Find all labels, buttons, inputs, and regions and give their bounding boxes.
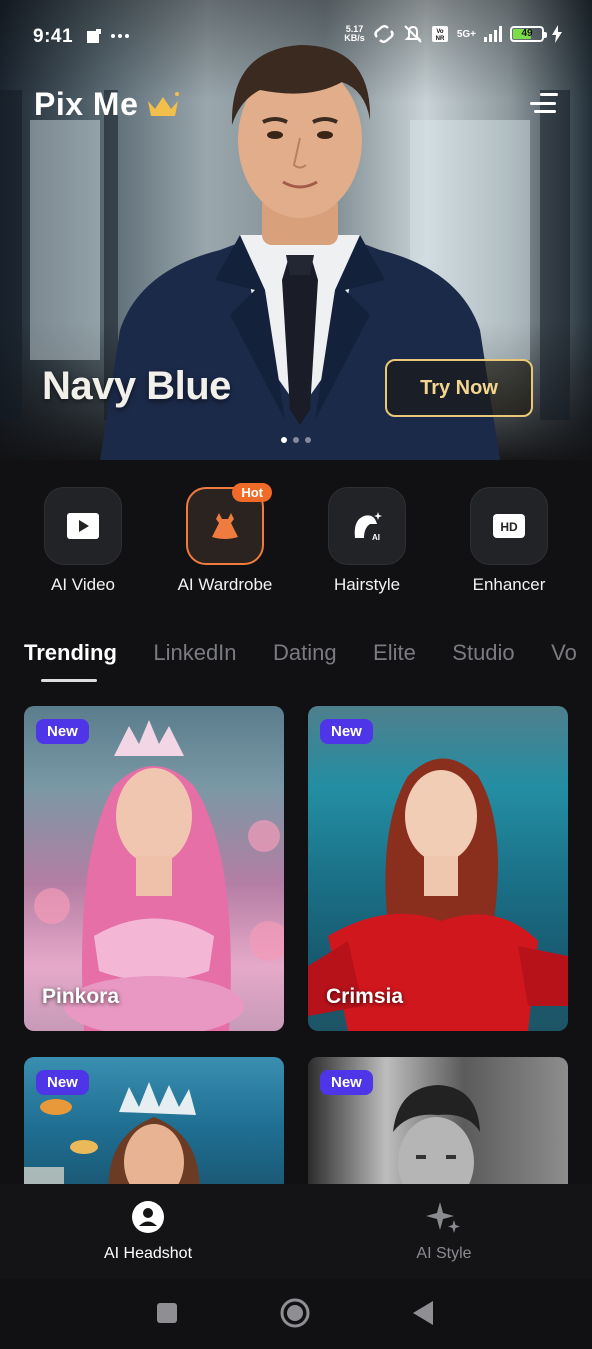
notification-icon (87, 29, 101, 43)
signal-icon (484, 26, 502, 42)
tool-hairstyle[interactable]: AI Hairstyle (297, 487, 437, 595)
back-icon[interactable] (412, 1300, 434, 1326)
style-card[interactable]: New (308, 1057, 568, 1184)
home-icon[interactable] (279, 1297, 311, 1329)
system-navigation-bar (0, 1279, 592, 1349)
new-badge: New (320, 719, 373, 744)
carousel-dot[interactable] (305, 437, 311, 443)
background-pillar (540, 90, 570, 420)
active-tab-indicator (41, 679, 97, 682)
style-card-crimsia[interactable]: New Crimsia (308, 706, 568, 1031)
hotspot-link-icon (374, 25, 394, 43)
tool-label: Enhancer (472, 575, 546, 594)
tab-studio[interactable]: Studio (452, 640, 514, 666)
menu-button[interactable] (530, 90, 558, 116)
tab-linkedin[interactable]: LinkedIn (153, 640, 236, 666)
hot-badge: Hot (232, 483, 272, 502)
new-badge: New (320, 1070, 373, 1095)
try-now-button[interactable]: Try Now (385, 359, 533, 417)
sparkle-icon (426, 1202, 460, 1233)
more-notifications-icon (111, 34, 129, 38)
hero-banner[interactable]: 9:41 5.17 KB/s Vo NR 5G+ 49 Pix Me Navy … (0, 0, 592, 460)
battery-icon: 49 (510, 26, 547, 42)
tools-row: AI Video Hot AI Wardrobe AI Hairstyle HD… (0, 483, 592, 607)
background-pillar (0, 90, 22, 420)
bottom-navigation: AI Headshot AI Style (0, 1184, 592, 1279)
svg-text:AI: AI (372, 533, 380, 542)
hero-title: Navy Blue (42, 364, 231, 408)
style-card-pinkora[interactable]: New Pinkora (24, 706, 284, 1031)
carousel-dots (281, 437, 311, 443)
tab-dating[interactable]: Dating (273, 640, 337, 666)
tab-trending[interactable]: Trending (24, 640, 117, 666)
svg-text:NR: NR (435, 36, 444, 42)
network-type: 5G+ (456, 28, 476, 40)
style-card[interactable]: New (24, 1057, 284, 1184)
tool-label: Hairstyle (333, 575, 401, 594)
hd-icon: HD (493, 514, 525, 538)
carousel-dot[interactable] (293, 437, 299, 443)
person-icon (132, 1201, 164, 1233)
new-badge: New (36, 719, 89, 744)
tab-elite[interactable]: Elite (373, 640, 416, 666)
carousel-dot[interactable] (281, 437, 287, 443)
app-logo: Pix Me (34, 86, 180, 123)
dress-icon (212, 513, 238, 539)
play-icon (67, 513, 99, 539)
tool-label: AI Wardrobe (177, 575, 273, 594)
card-image (308, 758, 568, 1031)
tool-ai-wardrobe[interactable]: Hot AI Wardrobe (155, 483, 295, 595)
brand-name: Pix Me (34, 86, 139, 122)
card-title: Pinkora (42, 985, 120, 1008)
network-speed: 5.17 KB/s (344, 24, 365, 43)
status-time: 9:41 (33, 26, 74, 47)
tool-enhancer[interactable]: HD Enhancer (439, 487, 579, 595)
svg-text:Vo: Vo (436, 29, 444, 35)
tool-ai-video[interactable]: AI Video (13, 487, 153, 595)
nav-label: AI Style (416, 1245, 472, 1262)
mute-bell-icon (404, 25, 422, 43)
nav-ai-style[interactable]: AI Style (344, 1200, 544, 1263)
status-bar: 9:41 5.17 KB/s Vo NR 5G+ 49 (0, 18, 592, 54)
card-image (34, 720, 284, 1031)
nav-ai-headshot[interactable]: AI Headshot (48, 1200, 248, 1263)
tab-more[interactable]: Vo (551, 640, 577, 666)
svg-text:HD: HD (500, 520, 518, 534)
volte-icon: VoNR (431, 26, 448, 42)
nav-label: AI Headshot (103, 1245, 193, 1262)
charging-bolt-icon (552, 25, 562, 43)
hairstyle-icon: AI (354, 512, 382, 542)
recents-icon[interactable] (156, 1302, 178, 1324)
crown-icon (148, 91, 180, 116)
new-badge: New (36, 1070, 89, 1095)
card-title: Crimsia (326, 985, 404, 1008)
category-tabs: Trending LinkedIn Dating Elite Studio Vo (24, 640, 592, 684)
tool-label: AI Video (51, 575, 115, 594)
style-grid: New Pinkora New Crimsia New New (0, 706, 592, 1184)
